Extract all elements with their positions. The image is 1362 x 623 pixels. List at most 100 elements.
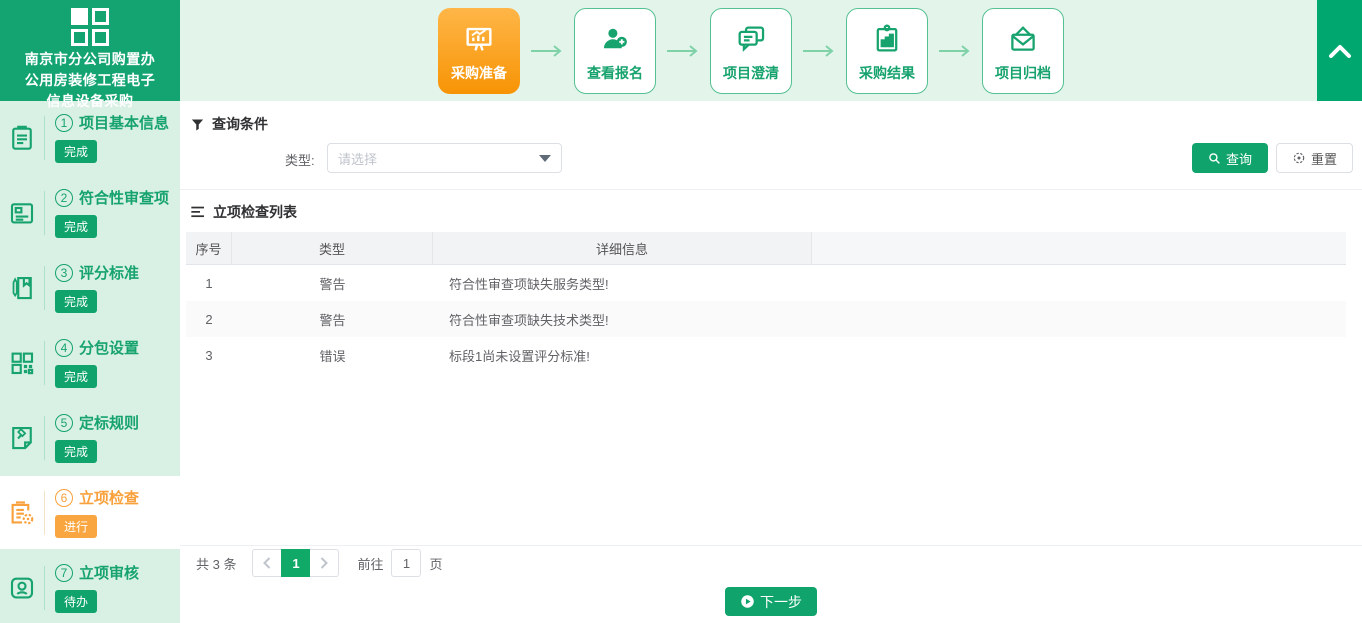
- sidebar-item-compliance-review[interactable]: 2 符合性审查项 完成: [0, 176, 180, 249]
- step-number: 4: [55, 339, 73, 357]
- sidebar-item-label: 分包设置: [79, 337, 139, 358]
- row-index-cell: 3: [186, 337, 232, 373]
- status-badge: 进行: [55, 515, 97, 538]
- row-type-cell: 警告: [232, 301, 433, 337]
- prev-page-button[interactable]: [252, 549, 281, 577]
- workflow-step-label: 采购准备: [451, 63, 507, 83]
- page-unit-label: 页: [429, 554, 442, 573]
- next-step-button[interactable]: 下一步: [725, 587, 817, 616]
- filter-section: 查询条件 类型: 请选择 查询: [180, 101, 1362, 190]
- chevron-down-icon: [539, 155, 551, 162]
- gear-reset-icon: [1292, 151, 1306, 165]
- workflow-step-label: 查看报名: [587, 63, 643, 83]
- goto-page-input[interactable]: [391, 549, 421, 577]
- pagination-bar: 共 3 条 1 前往 页: [180, 545, 1362, 580]
- mail-archive-icon: [1006, 19, 1040, 59]
- status-badge: 完成: [55, 290, 97, 313]
- id-card-icon: [0, 198, 44, 228]
- chat-bubbles-icon: [734, 19, 768, 59]
- filter-funnel-icon: [190, 117, 205, 132]
- sidebar-item-label: 定标规则: [79, 412, 139, 433]
- table-header-row: 序号 类型 详细信息: [186, 232, 1346, 265]
- step-number: 3: [55, 264, 73, 282]
- sidebar-item-package-settings[interactable]: 4 分包设置 完成: [0, 326, 180, 399]
- chevron-up-icon: [1328, 43, 1352, 59]
- step-number: 2: [55, 189, 73, 207]
- clipboard-lines-icon: [0, 123, 44, 153]
- play-circle-icon: [740, 594, 755, 609]
- sidebar-item-label: 符合性审查项: [79, 187, 169, 208]
- workflow-step-label: 项目澄清: [723, 63, 779, 83]
- list-section: 立项检查列表 序号 类型 详细信息 1 警告 符合性审查项缺失服务类型! 2 警…: [180, 190, 1362, 373]
- step-number: 7: [55, 564, 73, 582]
- type-select-placeholder: 请选择: [338, 149, 539, 168]
- reset-button[interactable]: 重置: [1276, 143, 1353, 173]
- person-add-icon: [598, 19, 632, 59]
- row-index-cell: 2: [186, 301, 232, 337]
- list-icon: [190, 205, 206, 219]
- status-badge: 待办: [55, 590, 97, 613]
- check-list-table: 序号 类型 详细信息 1 警告 符合性审查项缺失服务类型! 2 警告 符合性审查…: [186, 232, 1346, 373]
- status-badge: 完成: [55, 365, 97, 388]
- result-clipboard-icon: [870, 19, 904, 59]
- pen-book-icon: [0, 273, 44, 303]
- workflow-step-view-registration[interactable]: 查看报名: [574, 8, 656, 94]
- workflow-step-procure-result[interactable]: 采购结果: [846, 8, 928, 94]
- step-number: 5: [55, 414, 73, 432]
- checklist-gear-icon: [0, 498, 44, 528]
- sidebar-header: 南京市分公司购置办公用房装修工程电子信息设备采购: [0, 0, 180, 101]
- workflow-step-project-archive[interactable]: 项目归档: [982, 8, 1064, 94]
- row-detail-cell: 符合性审查项缺失服务类型!: [433, 265, 812, 301]
- workflow-steps: 采购准备 查看报名: [438, 8, 1064, 94]
- list-section-title: 立项检查列表: [213, 202, 297, 222]
- status-badge: 完成: [55, 215, 97, 238]
- search-button[interactable]: 查询: [1192, 143, 1268, 173]
- sidebar-item-label: 项目基本信息: [79, 112, 169, 133]
- goto-label: 前往: [357, 554, 383, 573]
- sidebar: 南京市分公司购置办公用房装修工程电子信息设备采购 1 项目基本信息 完成: [0, 0, 180, 623]
- row-index-cell: 1: [186, 265, 232, 301]
- arrow-right-icon: [666, 44, 700, 58]
- workflow-step-procure-prepare[interactable]: 采购准备: [438, 8, 520, 94]
- row-type-cell: 错误: [232, 337, 433, 373]
- workflow-step-label: 项目归档: [995, 63, 1051, 83]
- filter-section-title: 查询条件: [212, 114, 268, 134]
- sidebar-item-award-rules[interactable]: 5 定标规则 完成: [0, 401, 180, 474]
- total-count: 共 3 条: [196, 554, 236, 573]
- top-workflow-bar: 采购准备 查看报名: [180, 0, 1362, 101]
- arrow-right-icon: [802, 44, 836, 58]
- table-row: 2 警告 符合性审查项缺失技术类型!: [186, 301, 1346, 337]
- sidebar-item-project-basic-info[interactable]: 1 项目基本信息 完成: [0, 101, 180, 174]
- row-type-cell: 警告: [232, 265, 433, 301]
- column-header: 序号: [186, 232, 232, 264]
- sidebar-item-scoring-standard[interactable]: 3 评分标准 完成: [0, 251, 180, 324]
- app-logo-icon: [71, 8, 109, 46]
- audit-person-icon: [0, 573, 44, 603]
- arrow-right-icon: [938, 44, 972, 58]
- type-select[interactable]: 请选择: [327, 143, 562, 173]
- chart-board-icon: [462, 19, 496, 59]
- workflow-step-label: 采购结果: [859, 63, 915, 83]
- sidebar-item-project-check[interactable]: 6 立项检查 进行: [0, 476, 180, 549]
- type-label: 类型:: [285, 150, 315, 169]
- doc-gavel-icon: [0, 423, 44, 453]
- status-badge: 完成: [55, 440, 97, 463]
- column-header: 详细信息: [433, 232, 812, 264]
- sidebar-item-label: 评分标准: [79, 262, 139, 283]
- page-number-button[interactable]: 1: [281, 549, 310, 577]
- next-page-button[interactable]: [310, 549, 339, 577]
- column-header-filler: [812, 232, 1346, 264]
- sidebar-item-label: 立项审核: [79, 562, 139, 583]
- column-header: 类型: [232, 232, 433, 264]
- workflow-step-project-clarify[interactable]: 项目澄清: [710, 8, 792, 94]
- grid-blocks-icon: [0, 348, 44, 378]
- arrow-right-icon: [530, 44, 564, 58]
- search-icon: [1208, 152, 1221, 165]
- sidebar-item-project-audit[interactable]: 7 立项审核 待办: [0, 551, 180, 623]
- status-badge: 完成: [55, 140, 97, 163]
- row-detail-cell: 符合性审查项缺失技术类型!: [433, 301, 812, 337]
- main-content: 查询条件 类型: 请选择 查询: [180, 101, 1362, 623]
- collapse-panel-button[interactable]: [1317, 0, 1362, 101]
- table-row: 3 错误 标段1尚未设置评分标准!: [186, 337, 1346, 373]
- table-row: 1 警告 符合性审查项缺失服务类型!: [186, 265, 1346, 301]
